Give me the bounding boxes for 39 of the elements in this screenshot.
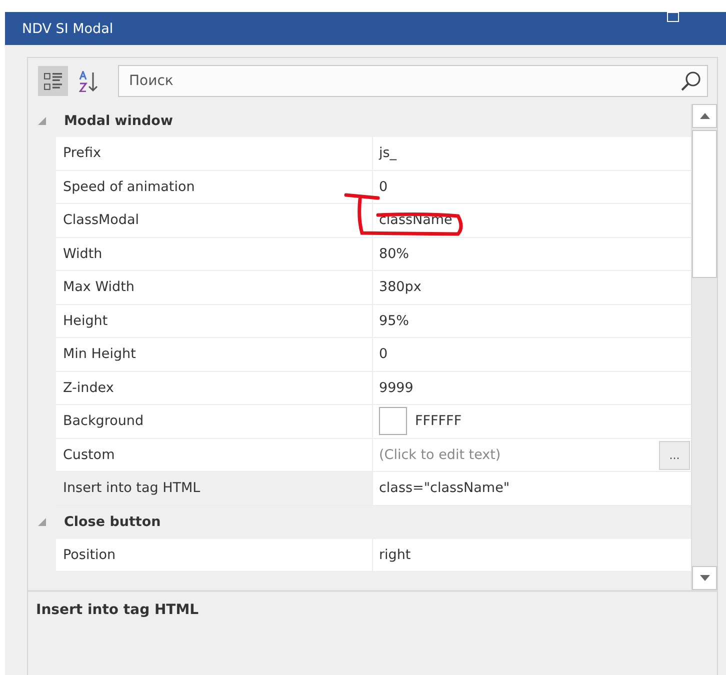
property-name[interactable]: Width [56,238,373,270]
scrollbar[interactable] [691,104,717,590]
property-name[interactable]: Position [56,538,373,571]
property-value: FFFFFF [415,413,462,430]
search-icon[interactable] [680,70,702,92]
sort-az-icon [79,70,99,92]
property-value: 0 [379,346,388,362]
property-value: 95% [379,312,410,329]
property-value: 9999 [379,380,414,396]
property-name[interactable]: Custom [56,438,373,471]
property-name[interactable]: Height [56,304,373,337]
property-value: 80% [379,246,410,262]
window-title: NDV SI Modal [22,20,114,36]
search-field[interactable]: Поиск [118,65,708,97]
up-triangle-icon [700,113,710,119]
down-triangle-icon [700,575,710,581]
property-name[interactable]: Prefix [56,137,373,170]
color-swatch[interactable] [379,407,407,436]
category-header: Close button [63,514,161,530]
property-value: (Click to edit text) [379,446,501,463]
property-name[interactable]: Speed of animation [56,170,373,203]
categorized-view-button[interactable] [38,66,68,96]
property-value: 380px [379,279,422,296]
property-value: js_ [379,145,397,162]
description-title: Insert into tag HTML [36,602,199,618]
property-name[interactable]: Max Width [56,271,373,304]
property-name[interactable]: Z-index [56,372,373,404]
property-value: class="className" [379,480,510,496]
scroll-up-button[interactable] [692,104,717,128]
property-value: 0 [379,178,388,195]
property-name[interactable]: Min Height [56,338,373,370]
ellipsis-button[interactable]: ... [659,440,690,470]
property-name[interactable]: Background [56,405,373,438]
scroll-down-button[interactable] [692,566,717,590]
property-value: right [379,546,411,563]
maximize-icon[interactable] [667,11,679,22]
category-header: Modal window [63,112,173,128]
property-name[interactable]: ClassModal [56,204,373,236]
categorized-list-icon [44,72,62,90]
